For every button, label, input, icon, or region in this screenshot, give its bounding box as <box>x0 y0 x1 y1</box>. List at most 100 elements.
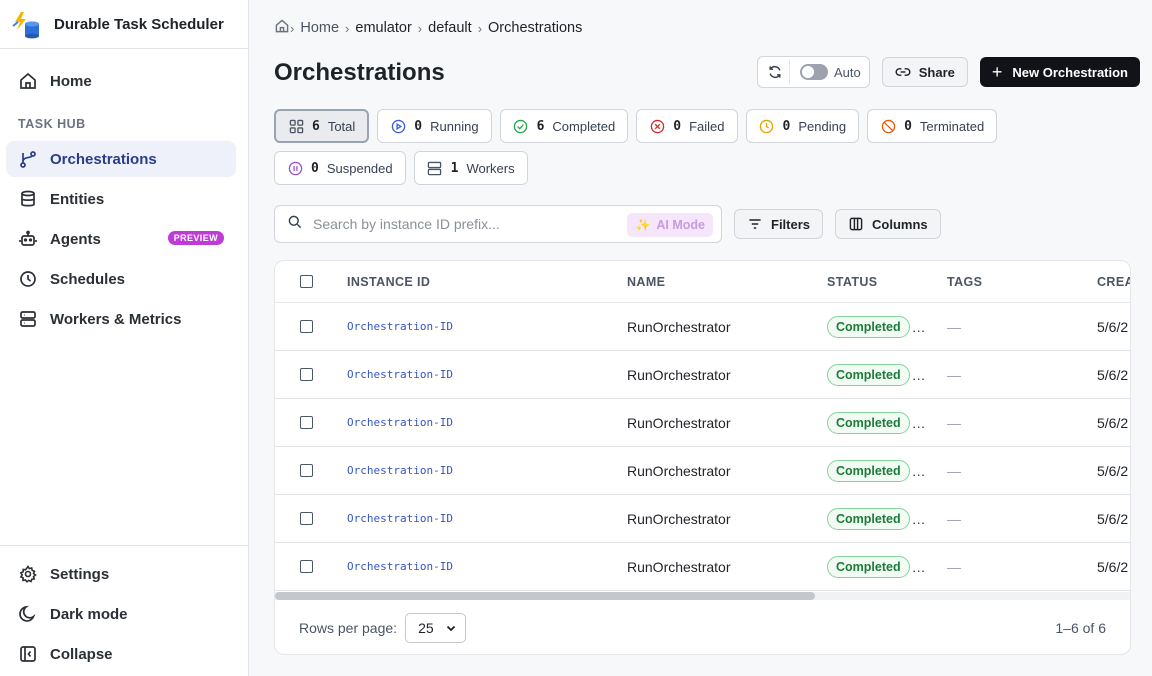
tags-cell: — <box>947 366 961 383</box>
refresh-icon[interactable] <box>766 60 790 84</box>
tags-cell: — <box>947 414 961 431</box>
table-row[interactable]: Orchestration-ID RunOrchestrator Completed… <box>275 303 1130 351</box>
brand: Durable Task Scheduler <box>0 0 248 49</box>
row-checkbox[interactable] <box>300 464 313 477</box>
stat-count: 0 <box>673 118 682 134</box>
stat-completed[interactable]: 6 Completed <box>499 109 629 143</box>
moon-icon <box>18 604 38 624</box>
filters-button[interactable]: Filters <box>734 209 824 239</box>
server-icon <box>427 160 443 176</box>
chevron-right-icon: › <box>417 20 423 36</box>
breadcrumb-home[interactable]: Home <box>300 20 339 36</box>
horizontal-scrollbar[interactable] <box>275 592 1130 600</box>
instance-id-link[interactable]: Orchestration-ID <box>347 495 453 542</box>
sidebar-item-collapse[interactable]: Collapse <box>6 636 236 672</box>
sidebar-item-home[interactable]: Home <box>6 63 236 99</box>
instance-id-link[interactable]: Orchestration-ID <box>347 543 453 590</box>
tags-cell: — <box>947 462 961 479</box>
share-label: Share <box>918 64 955 80</box>
instance-id-link[interactable]: Orchestration-ID <box>347 351 453 398</box>
database-icon <box>18 189 38 209</box>
row-checkbox[interactable] <box>300 560 313 573</box>
instance-id-link[interactable]: Orchestration-ID <box>347 447 453 494</box>
columns-button[interactable]: Columns <box>835 209 941 239</box>
sparkle-icon: ✨ <box>635 218 651 232</box>
table-row[interactable]: Orchestration-ID RunOrchestrator Completed… <box>275 495 1130 543</box>
stat-total[interactable]: 6 Total <box>274 109 370 143</box>
sidebar-item-entities[interactable]: Entities <box>6 181 236 217</box>
new-orchestration-button[interactable]: + New Orchestration <box>979 57 1140 87</box>
table-row[interactable]: Orchestration-ID RunOrchestrator Completed… <box>275 543 1130 591</box>
table-row[interactable]: Orchestration-ID RunOrchestrator Completed… <box>275 447 1130 495</box>
chevron-down-icon <box>446 625 456 632</box>
header-instance-id[interactable]: INSTANCE ID <box>347 261 430 302</box>
home-icon[interactable] <box>274 18 290 38</box>
clock-icon <box>759 118 775 134</box>
scrollbar-thumb[interactable] <box>275 592 815 600</box>
created-cell: 5/6/2 <box>1097 462 1129 479</box>
header-status[interactable]: STATUS <box>827 261 878 302</box>
table-row[interactable]: Orchestration-ID RunOrchestrator Completed… <box>275 399 1130 447</box>
status-cell: Completed… <box>827 303 926 350</box>
row-checkbox[interactable] <box>300 512 313 525</box>
stat-suspended[interactable]: 0 Suspended <box>274 151 406 185</box>
ellipsis: … <box>911 366 926 383</box>
share-button[interactable]: Share <box>881 57 968 87</box>
instance-id-link[interactable]: Orchestration-ID <box>347 399 453 446</box>
row-checkbox[interactable] <box>300 416 313 429</box>
row-checkbox[interactable] <box>300 320 313 333</box>
brand-title: Durable Task Scheduler <box>54 15 224 33</box>
rows-per-page-select[interactable]: 25 <box>405 613 467 643</box>
stat-workers[interactable]: 1 Workers <box>413 151 528 185</box>
page-title: Orchestrations <box>274 58 445 86</box>
stat-label: Pending <box>798 118 847 134</box>
header-name[interactable]: NAME <box>627 261 665 302</box>
tags-cell: — <box>947 318 961 335</box>
sidebar-item-settings[interactable]: Settings <box>6 556 236 592</box>
stat-pending[interactable]: 0 Pending <box>745 109 860 143</box>
rows-per-page-value: 25 <box>418 620 434 636</box>
auto-refresh-toggle[interactable] <box>800 64 828 80</box>
stat-failed[interactable]: 0 Failed <box>636 109 738 143</box>
status-badge: Completed <box>827 459 910 482</box>
table-toolbar: ✨ AI Mode Filters Columns <box>274 205 1152 243</box>
header-tags[interactable]: TAGS <box>947 261 982 302</box>
x-circle-icon <box>649 118 665 134</box>
status-badge: Completed <box>827 363 910 386</box>
row-checkbox[interactable] <box>300 368 313 381</box>
sidebar-item-label: Workers & Metrics <box>50 310 182 328</box>
sidebar-item-agents[interactable]: Agents PREVIEW <box>6 221 236 257</box>
main-content: › Home › emulator › default › Orchestrat… <box>249 0 1152 676</box>
preview-badge: PREVIEW <box>167 231 224 245</box>
breadcrumb-emulator[interactable]: emulator <box>355 20 411 36</box>
sidebar-item-orchestrations[interactable]: Orchestrations <box>6 141 236 177</box>
table-row[interactable]: Orchestration-ID RunOrchestrator Completed… <box>275 351 1130 399</box>
stat-count: 1 <box>450 160 459 176</box>
row-select-cell <box>300 351 313 398</box>
ban-icon <box>880 118 896 134</box>
sidebar-item-label: Dark mode <box>50 605 128 623</box>
created-cell: 5/6/2 <box>1097 558 1129 575</box>
sidebar-item-label: Orchestrations <box>50 150 157 168</box>
status-cell: Completed… <box>827 543 926 590</box>
bot-icon <box>18 229 38 249</box>
sidebar-item-label: Collapse <box>50 645 113 663</box>
ellipsis: … <box>911 414 926 431</box>
header-created[interactable]: CREAT <box>1097 261 1130 302</box>
columns-icon <box>849 217 863 231</box>
status-badge: Completed <box>827 411 910 434</box>
search-input[interactable] <box>313 216 613 232</box>
stat-running[interactable]: 0 Running <box>377 109 492 143</box>
breadcrumb-default[interactable]: default <box>428 20 472 36</box>
sidebar-item-workers-metrics[interactable]: Workers & Metrics <box>6 301 236 337</box>
ellipsis: … <box>911 318 926 335</box>
status-cell: Completed… <box>827 447 926 494</box>
ai-mode-button[interactable]: ✨ AI Mode <box>627 213 713 237</box>
select-all-checkbox[interactable] <box>300 275 313 288</box>
new-orchestration-label: New Orchestration <box>1012 64 1128 80</box>
instance-id-link[interactable]: Orchestration-ID <box>347 303 453 350</box>
sidebar-item-dark-mode[interactable]: Dark mode <box>6 596 236 632</box>
sidebar-item-schedules[interactable]: Schedules <box>6 261 236 297</box>
stat-terminated[interactable]: 0 Terminated <box>867 109 998 143</box>
stat-label: Completed <box>552 118 616 134</box>
